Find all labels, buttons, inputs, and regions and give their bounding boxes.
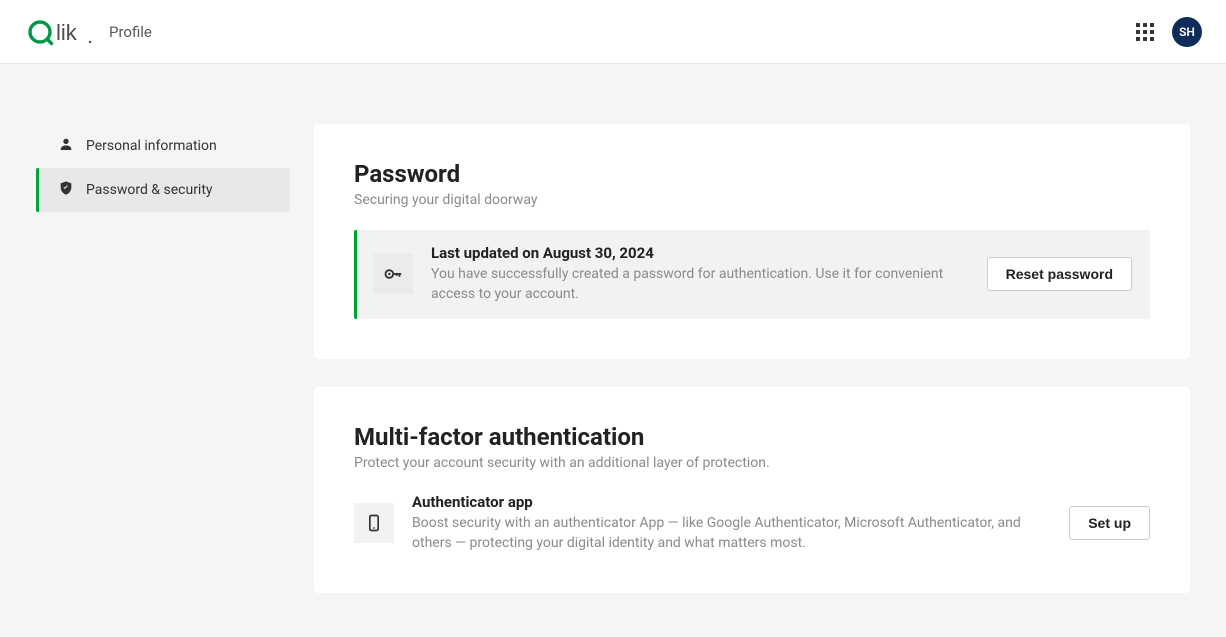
header-left: lik Profile <box>28 18 152 46</box>
svg-text:lik: lik <box>56 20 78 45</box>
password-last-updated: Last updated on August 30, 2024 <box>431 244 969 262</box>
sidebar-item-personal-information[interactable]: Personal information <box>36 124 290 168</box>
content: Personal information Password & security… <box>0 64 1226 621</box>
sidebar-item-label: Personal information <box>86 138 217 154</box>
app-header: lik Profile SH <box>0 0 1226 64</box>
sidebar-item-password-security[interactable]: Password & security <box>36 168 290 212</box>
mfa-title: Multi-factor authentication <box>354 423 1150 451</box>
authenticator-desc: Boost security with an authenticator App… <box>412 513 1051 554</box>
qlik-logo[interactable]: lik <box>28 18 93 46</box>
authenticator-text: Authenticator app Boost security with an… <box>412 493 1051 554</box>
header-right: SH <box>1136 17 1202 47</box>
password-status-desc: You have successfully created a password… <box>431 264 969 305</box>
reset-password-button[interactable]: Reset password <box>987 257 1132 291</box>
mfa-card: Multi-factor authentication Protect your… <box>314 387 1190 594</box>
password-title: Password <box>354 160 1150 188</box>
password-subtitle: Securing your digital doorway <box>354 192 1150 208</box>
authenticator-row: Authenticator app Boost security with an… <box>354 493 1150 554</box>
key-icon <box>373 254 413 294</box>
apps-grid-icon[interactable] <box>1136 23 1154 41</box>
avatar[interactable]: SH <box>1172 17 1202 47</box>
shield-icon <box>58 180 74 200</box>
sidebar: Personal information Password & security <box>0 64 290 621</box>
mfa-subtitle: Protect your account security with an ad… <box>354 455 1150 471</box>
person-icon <box>58 136 74 156</box>
password-status-row: Last updated on August 30, 2024 You have… <box>354 230 1150 319</box>
authenticator-title: Authenticator app <box>412 493 1051 511</box>
page-title: Profile <box>109 23 152 41</box>
mobile-icon <box>354 503 394 543</box>
sidebar-item-label: Password & security <box>86 182 213 198</box>
password-card: Password Securing your digital doorway L… <box>314 124 1190 359</box>
setup-mfa-button[interactable]: Set up <box>1069 506 1150 540</box>
main: Password Securing your digital doorway L… <box>290 64 1226 621</box>
password-status-text: Last updated on August 30, 2024 You have… <box>431 244 969 305</box>
